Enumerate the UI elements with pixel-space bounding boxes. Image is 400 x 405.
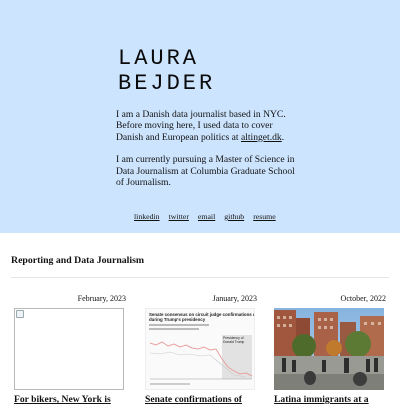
bio-text-end: . [281, 131, 285, 143]
article-card[interactable]: October, 2022 Latina immigrants at a [274, 294, 386, 405]
section-divider [11, 277, 389, 278]
name-line-last: BEJDER [118, 71, 216, 96]
article-card[interactable]: January, 2023 Senate consensus on circui… [145, 294, 257, 405]
social-links: linkedin twitter email github resume [134, 212, 276, 221]
article-date: October, 2022 [340, 294, 386, 303]
thumb-band-label: Presidency of Donald Trump [223, 336, 245, 344]
twitter-link[interactable]: twitter [169, 212, 189, 221]
resume-link[interactable]: resume [253, 212, 276, 221]
section-title: Reporting and Data Journalism [11, 255, 145, 266]
street-photo-graphic [274, 308, 384, 390]
github-link[interactable]: github [224, 212, 244, 221]
altinget-link[interactable]: altinget.dk [241, 132, 282, 143]
article-thumbnail-photo[interactable] [274, 308, 384, 390]
article-date: January, 2023 [212, 294, 257, 303]
article-thumbnail-chart[interactable]: Senate consensus on circuit judge confir… [145, 308, 255, 390]
bio-paragraph-1: I am a Danish data journalist based in N… [116, 109, 296, 143]
article-date: February, 2023 [77, 294, 126, 303]
broken-image-icon [16, 310, 24, 318]
linkedin-link[interactable]: linkedin [134, 212, 160, 221]
thumb-chart-title: Senate consensus on circuit judge confir… [149, 312, 255, 322]
email-link[interactable]: email [198, 212, 215, 221]
site-title: LAURA BEJDER [118, 46, 215, 96]
bio: I am a Danish data journalist based in N… [116, 109, 296, 188]
article-card[interactable]: February, 2023 For bikers, New York is [14, 294, 126, 405]
hero-section: LAURA BEJDER I am a Danish data journali… [0, 0, 400, 233]
article-thumbnail-broken-image[interactable] [14, 308, 124, 390]
bio-paragraph-2: I am currently pursuing a Master of Scie… [116, 154, 295, 189]
name-line-first: LAURA [118, 46, 200, 71]
chart-thumbnail-graphic: Senate consensus on circuit judge confir… [149, 312, 255, 385]
